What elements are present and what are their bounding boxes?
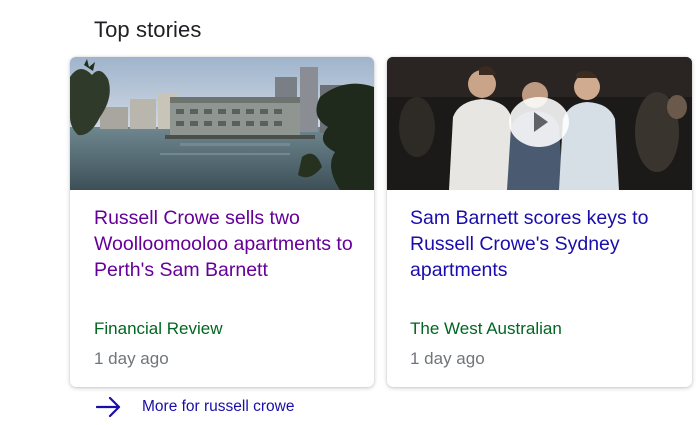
story-source: Financial Review <box>94 319 223 338</box>
play-video-button[interactable] <box>509 97 569 147</box>
more-stories-label: More for russell crowe <box>142 398 295 415</box>
story-headline-link[interactable]: Sam Barnett scores keys to Russell Crowe… <box>410 205 676 283</box>
section-title: Top stories <box>94 17 202 42</box>
story-headline-link[interactable]: Russell Crowe sells two Woolloomooloo ap… <box>94 205 358 283</box>
story-thumbnail-harbour-building[interactable] <box>70 57 374 190</box>
story-thumbnail-people-photo[interactable] <box>387 57 692 190</box>
arrow-right-icon <box>96 396 121 418</box>
story-card[interactable]: Russell Crowe sells two Woolloomooloo ap… <box>70 57 374 387</box>
story-card[interactable]: Sam Barnett scores keys to Russell Crowe… <box>387 57 692 387</box>
story-timestamp: 1 day ago <box>94 349 169 368</box>
more-stories-link[interactable]: More for russell crowe <box>96 395 294 419</box>
story-source: The West Australian <box>410 319 562 338</box>
story-timestamp: 1 day ago <box>410 349 485 368</box>
play-icon <box>534 112 548 132</box>
